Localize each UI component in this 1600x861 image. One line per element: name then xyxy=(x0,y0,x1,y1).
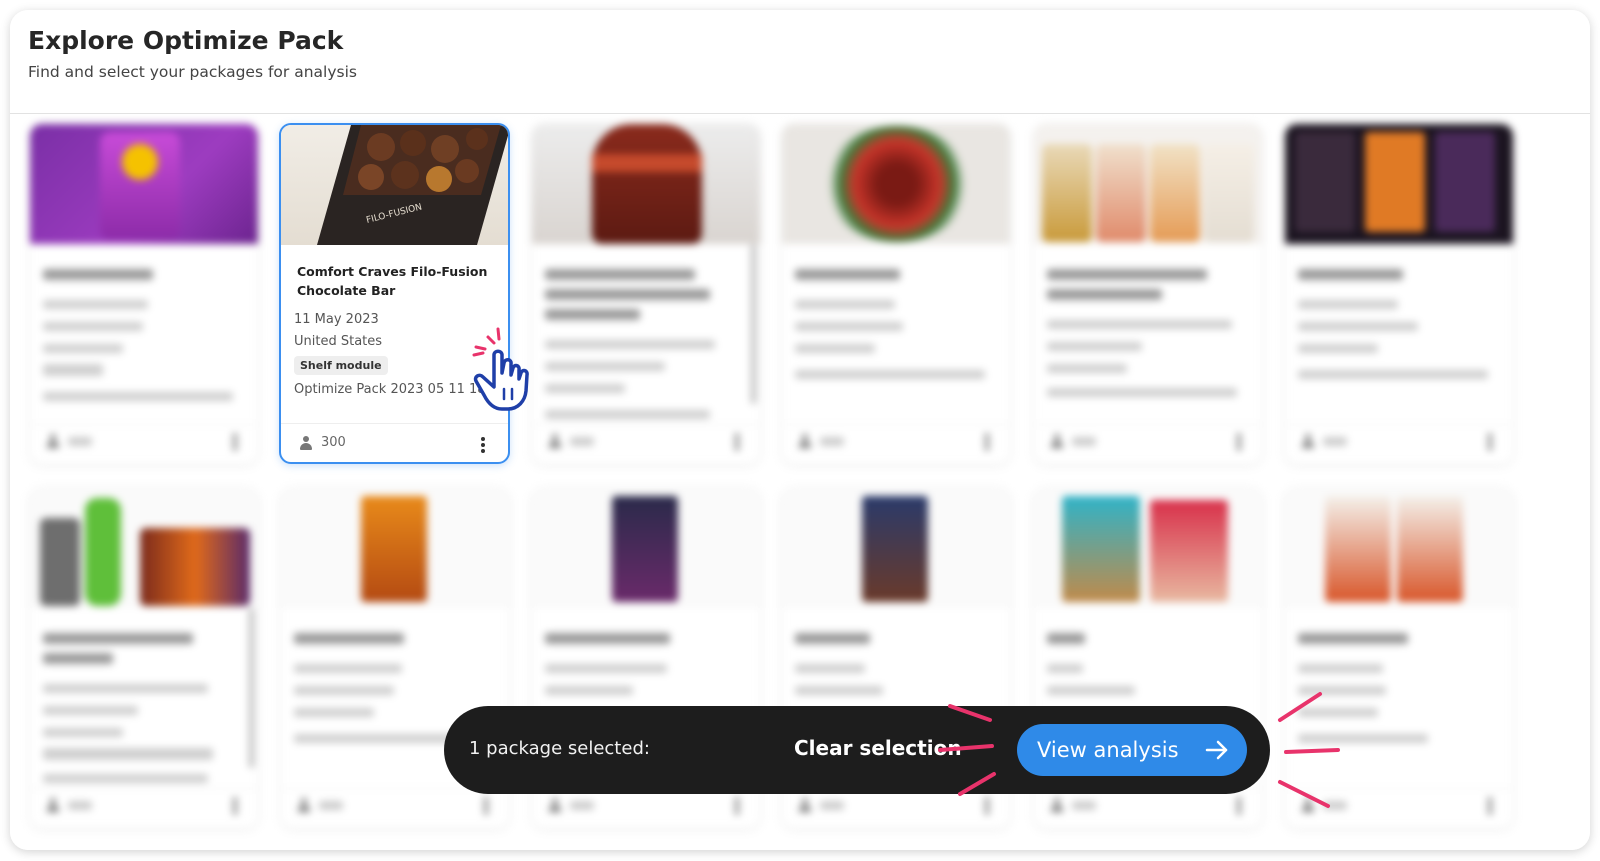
page-title: Explore Optimize Pack xyxy=(28,26,344,55)
selection-count-text: 1 package selected: xyxy=(469,738,650,759)
module-tag: Shelf module xyxy=(294,356,388,375)
package-card[interactable] xyxy=(1285,124,1513,464)
package-date: 11 May 2023 xyxy=(294,312,379,327)
package-name: Comfort Craves Filo-Fusion Chocolate Bar xyxy=(297,264,488,298)
package-card[interactable] xyxy=(1034,124,1262,464)
page-header: Explore Optimize Pack Find and select yo… xyxy=(10,10,1590,114)
package-country: United States xyxy=(294,334,383,349)
package-thumbnail xyxy=(532,124,760,244)
package-thumbnail xyxy=(1285,124,1513,244)
package-thumbnail xyxy=(782,488,1010,608)
hand-pointer-icon xyxy=(472,327,529,411)
package-card[interactable] xyxy=(532,124,760,464)
respondent-count: 300 xyxy=(299,435,346,450)
package-thumbnail xyxy=(532,488,760,608)
kebab-icon[interactable] xyxy=(480,437,486,453)
respondents-value: 300 xyxy=(321,435,346,450)
package-thumbnail xyxy=(1034,488,1262,608)
package-card[interactable] xyxy=(782,124,1010,464)
package-card[interactable] xyxy=(30,488,258,828)
package-thumbnail xyxy=(782,124,1010,244)
emphasis-burst-decoration xyxy=(938,692,1340,808)
package-thumbnail xyxy=(1285,488,1513,608)
package-thumbnail xyxy=(30,488,258,608)
package-thumbnail xyxy=(30,124,258,244)
person-icon xyxy=(299,435,313,450)
page-subtitle: Find and select your packages for analys… xyxy=(28,63,357,81)
package-thumbnail xyxy=(1034,124,1262,244)
package-card[interactable] xyxy=(30,124,258,464)
package-thumbnail: FILO-FUSION xyxy=(281,125,508,245)
kebab-icon[interactable] xyxy=(232,434,238,450)
package-thumbnail xyxy=(281,488,509,608)
person-icon xyxy=(46,434,60,448)
